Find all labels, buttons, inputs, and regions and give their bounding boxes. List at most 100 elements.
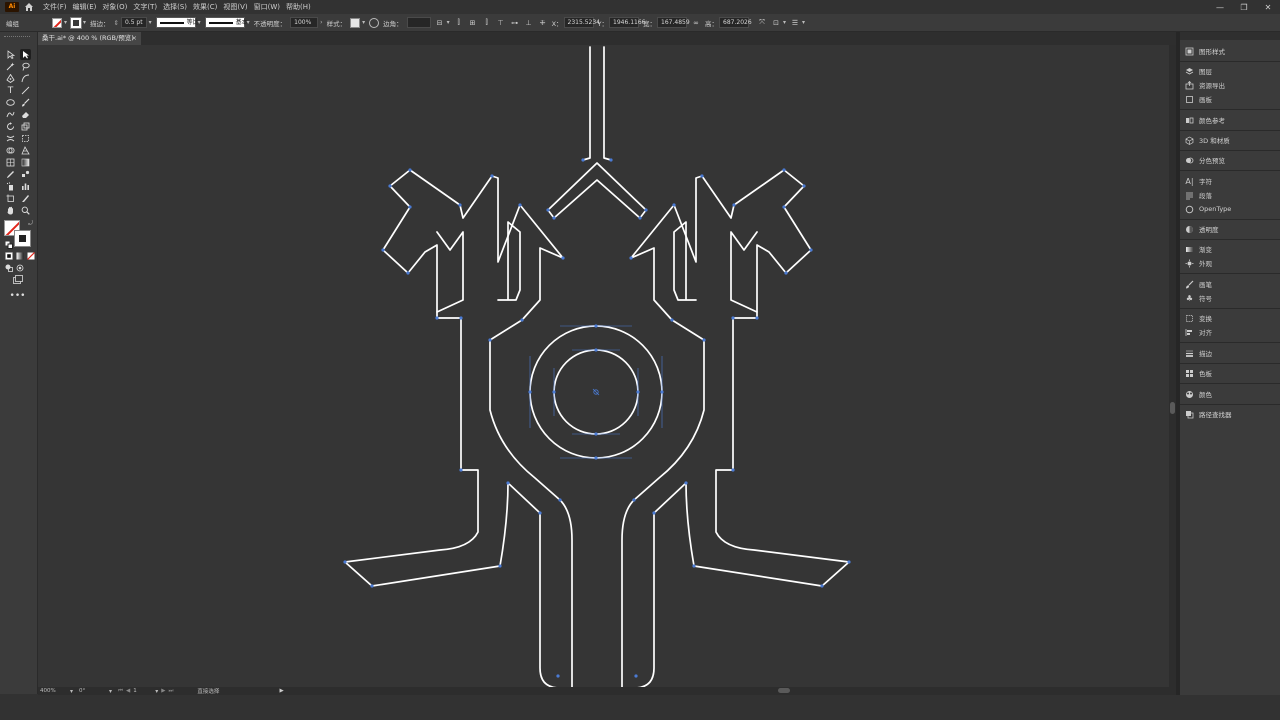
shaper-tool-icon[interactable] (5, 109, 16, 120)
panel-transform[interactable]: 变换 (1185, 312, 1212, 324)
y-field[interactable]: 1946.1166 (609, 17, 645, 29)
panel-swatches[interactable]: 色板 (1185, 367, 1212, 379)
panel-graphic-styles[interactable]: 图形样式 (1185, 45, 1225, 57)
horizontal-scroll-thumb[interactable] (778, 688, 790, 693)
status-menu-icon[interactable]: ▶ (279, 688, 283, 694)
menu-view[interactable]: 视图(V) (223, 2, 247, 12)
menu-help[interactable]: 帮助(H) (286, 2, 311, 12)
align-hcenter-icon[interactable]: ⊞ (468, 17, 478, 29)
hand-tool-icon[interactable] (5, 205, 16, 216)
stroke-weight-field[interactable]: ⇕ 0.5 pt ▾ (114, 17, 152, 29)
panel-character[interactable]: A| 字符 (1185, 175, 1212, 187)
panel-layers[interactable]: 图层 (1185, 65, 1212, 77)
align-left-icon[interactable]: ⫿ (454, 17, 464, 29)
align-bottom-icon[interactable]: ⊥ (524, 17, 534, 29)
artboard-navigator[interactable]: ⏮ ◀ 1 ▾ ▶ ⏭ (118, 688, 173, 695)
panel-dock-header[interactable] (1180, 32, 1280, 40)
opacity-field[interactable]: 100% › (290, 17, 323, 29)
artboard-tool-icon[interactable] (5, 193, 16, 204)
menu-window[interactable]: 窗口(W) (254, 2, 280, 12)
stroke-color-swatch[interactable] (14, 230, 31, 247)
reference-point-icon[interactable]: ⁜ (538, 17, 548, 29)
gradient-tool-icon[interactable] (20, 157, 31, 168)
perspective-grid-icon[interactable] (20, 145, 31, 156)
panel-artboards[interactable]: 画板 (1185, 93, 1212, 105)
panel-color[interactable]: 颜色 (1185, 388, 1212, 400)
panel-align[interactable]: 对齐 (1185, 326, 1212, 338)
shape-builder-icon[interactable] (5, 145, 16, 156)
gradient-mode-icon[interactable] (14, 250, 25, 261)
recolor-icon[interactable] (369, 17, 380, 29)
artboard-number[interactable]: 1 (133, 688, 153, 694)
align-to-icon[interactable]: ⊟ ▾ (435, 17, 450, 29)
tab-close-icon[interactable]: × (132, 32, 137, 45)
panel-asset-export[interactable]: 资源导出 (1185, 79, 1225, 91)
symbol-sprayer-icon[interactable] (5, 181, 16, 192)
slice-tool-icon[interactable] (20, 193, 31, 204)
mesh-tool-icon[interactable] (5, 157, 16, 168)
panel-opentype[interactable]: OpenType (1185, 203, 1231, 215)
panel-symbols[interactable]: ♣ 符号 (1185, 292, 1212, 304)
zoom-tool-icon[interactable] (20, 205, 31, 216)
menu-file[interactable]: 文件(F) (43, 2, 67, 12)
close-button[interactable]: ✕ (1256, 0, 1280, 14)
lasso-icon[interactable] (20, 61, 31, 72)
selection-tool-icon[interactable] (5, 49, 16, 60)
default-colors-icon[interactable] (3, 239, 14, 250)
artboard-canvas[interactable] (38, 45, 1169, 687)
align-top-icon[interactable]: ⊤ (496, 17, 506, 29)
eraser-icon[interactable] (20, 109, 31, 120)
prev-artboard-icon[interactable]: ◀ (126, 688, 130, 694)
rotation-field[interactable]: 0° ▾ (79, 688, 112, 695)
w-field[interactable]: 167.4859 (657, 17, 690, 29)
line-tool-icon[interactable] (20, 85, 31, 96)
none-mode-icon[interactable] (25, 250, 36, 261)
screen-mode-icon[interactable] (12, 274, 23, 285)
draw-mode-icon[interactable] (3, 262, 14, 273)
vertical-scroll-thumb[interactable] (1170, 402, 1175, 414)
menu-effect[interactable]: 效果(C) (193, 2, 217, 12)
last-artboard-icon[interactable]: ⏭ (168, 688, 173, 695)
menu-object[interactable]: 对象(O) (102, 2, 127, 12)
brush-definition[interactable]: 基本 ▾ (204, 17, 250, 29)
constrain-proportions-icon[interactable]: ∞ (691, 17, 701, 29)
document-tab[interactable]: 桑干.ai* @ 400 % (RGB/预览) × (38, 32, 141, 45)
paintbrush-icon[interactable] (20, 97, 31, 108)
vertical-scrollbar[interactable] (1169, 45, 1176, 687)
panel-separations-preview[interactable]: 分色预览 (1185, 154, 1225, 166)
type-tool-icon[interactable]: T (5, 85, 16, 96)
swap-fill-stroke-icon[interactable]: ⤾ (25, 218, 36, 229)
x-field[interactable]: 2315.5234 (563, 17, 600, 29)
color-mode-icon[interactable] (3, 250, 14, 261)
column-graph-icon[interactable] (20, 181, 31, 192)
panel-paragraph[interactable]: 段落 (1185, 189, 1212, 201)
rotate-tool-icon[interactable] (5, 121, 16, 132)
panel-pathfinder[interactable]: 路径查找器 (1185, 408, 1232, 420)
magic-wand-icon[interactable] (5, 61, 16, 72)
menu-select[interactable]: 选择(S) (163, 2, 187, 12)
curvature-tool-icon[interactable] (20, 73, 31, 84)
more-options-icon[interactable]: ☰ ▾ (790, 17, 805, 29)
graphic-style-picker[interactable]: ▾ (350, 17, 365, 29)
panel-transparency[interactable]: 透明度 (1185, 223, 1219, 235)
minimize-button[interactable]: — (1208, 0, 1232, 14)
panel-stroke[interactable]: 描边 (1185, 347, 1212, 359)
direct-selection-tool-icon[interactable] (20, 49, 31, 60)
menu-edit[interactable]: 编辑(E) (73, 2, 97, 12)
home-icon[interactable] (23, 1, 35, 13)
artwork[interactable] (38, 45, 1169, 687)
eyedropper-icon[interactable] (5, 169, 16, 180)
panel-brushes[interactable]: 画笔 (1185, 278, 1212, 290)
maximize-button[interactable]: ❐ (1232, 0, 1256, 14)
variable-width-profile[interactable]: 等比 ▾ (155, 17, 201, 29)
first-artboard-icon[interactable]: ⏮ (118, 688, 123, 695)
transform-icon[interactable]: ⤧ (757, 17, 767, 29)
align-vcenter-icon[interactable]: ⊶ (510, 17, 520, 29)
edit-toolbar-icon[interactable]: ••• (10, 290, 26, 301)
width-tool-icon[interactable] (5, 133, 16, 144)
draw-inside-icon[interactable] (14, 262, 25, 273)
ellipse-tool-icon[interactable] (5, 97, 16, 108)
pen-tool-icon[interactable] (5, 73, 16, 84)
zoom-field[interactable]: 400% ▾ (40, 688, 73, 695)
panel-color-guide[interactable]: 颜色参考 (1185, 114, 1225, 126)
